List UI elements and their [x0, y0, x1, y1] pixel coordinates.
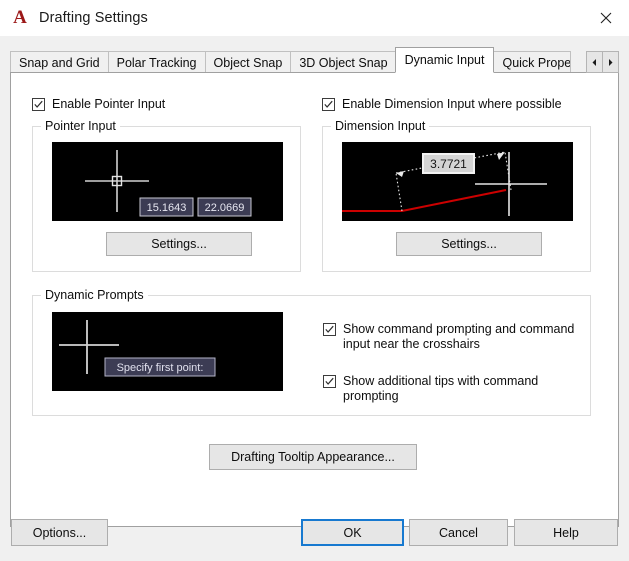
tab-polar-tracking[interactable]: Polar Tracking — [107, 51, 206, 73]
tab-3d-object-snap[interactable]: 3D Object Snap — [290, 51, 397, 73]
drafting-tooltip-appearance-button[interactable]: Drafting Tooltip Appearance... — [209, 444, 417, 470]
tab-dynamic-input[interactable]: Dynamic Input — [394, 47, 495, 73]
dimension-input-preview: 3.7721 — [342, 142, 573, 221]
close-icon — [600, 12, 612, 24]
show-command-prompting-row[interactable]: Show command prompting and command input… — [323, 322, 578, 352]
checkmark-icon — [324, 100, 333, 108]
dynamic-prompt-text: Specify first point: — [117, 362, 204, 374]
ok-button[interactable]: OK — [301, 519, 404, 546]
enable-pointer-input-checkbox[interactable] — [32, 98, 45, 111]
show-additional-tips-row[interactable]: Show additional tips with command prompt… — [323, 374, 578, 404]
dimension-preview-value: 3.7721 — [430, 157, 467, 171]
window-title: Drafting Settings — [39, 10, 148, 26]
autocad-logo-icon: A — [13, 7, 27, 28]
checkmark-icon — [325, 377, 334, 385]
dynamic-prompts-group: Dynamic Prompts Specify first point: Sho… — [32, 288, 591, 416]
tab-quick-properties[interactable]: Quick Propert — [493, 51, 572, 73]
tab-scroll-left-button[interactable] — [586, 51, 603, 73]
tab-object-snap[interactable]: Object Snap — [204, 51, 292, 73]
tab-list: Snap and Grid Polar Tracking Object Snap… — [10, 47, 572, 73]
pointer-preview-y-value: 22.0669 — [205, 202, 245, 214]
cancel-button[interactable]: Cancel — [409, 519, 508, 546]
tab-strip: Snap and Grid Polar Tracking Object Snap… — [10, 47, 619, 73]
show-command-prompting-checkbox[interactable] — [323, 323, 336, 336]
checkmark-icon — [325, 325, 334, 333]
checkmark-icon — [34, 100, 43, 108]
chevron-right-icon — [609, 58, 613, 66]
options-button[interactable]: Options... — [11, 519, 108, 546]
enable-dimension-input-checkbox[interactable] — [322, 98, 335, 111]
show-command-prompting-label: Show command prompting and command input… — [343, 322, 575, 351]
pointer-input-group: Pointer Input 15.1643 22.0669 Settings..… — [32, 119, 301, 272]
pointer-preview-x-value: 15.1643 — [147, 202, 187, 214]
tab-scroll-buttons — [586, 51, 619, 73]
dynamic-prompts-group-title: Dynamic Prompts — [41, 288, 148, 302]
tab-page-dynamic-input: Enable Pointer Input Enable Dimension In… — [10, 72, 619, 527]
dimension-input-group: Dimension Input 3.7721 Settings... — [322, 119, 591, 272]
show-additional-tips-label: Show additional tips with command prompt… — [343, 374, 539, 403]
pointer-input-preview: 15.1643 22.0669 — [52, 142, 283, 221]
chevron-left-icon — [592, 58, 596, 66]
dialog-body: Snap and Grid Polar Tracking Object Snap… — [0, 36, 629, 561]
dynamic-prompts-preview: Specify first point: — [52, 312, 283, 391]
tab-snap-and-grid[interactable]: Snap and Grid — [10, 51, 109, 73]
dimension-input-settings-button[interactable]: Settings... — [396, 232, 542, 256]
enable-pointer-input-row[interactable]: Enable Pointer Input — [32, 97, 165, 112]
enable-pointer-input-label: Enable Pointer Input — [52, 97, 166, 111]
show-additional-tips-checkbox[interactable] — [323, 375, 336, 388]
dialog-footer: Options... OK Cancel Help — [0, 503, 629, 561]
enable-dimension-input-row[interactable]: Enable Dimension Input where possible — [322, 97, 562, 112]
pointer-input-settings-button[interactable]: Settings... — [106, 232, 252, 256]
dimension-input-group-title: Dimension Input — [331, 119, 430, 133]
help-button[interactable]: Help — [514, 519, 618, 546]
close-button[interactable] — [583, 0, 629, 36]
dimension-input-preview-graphic: 3.7721 — [342, 142, 573, 221]
pointer-input-group-title: Pointer Input — [41, 119, 120, 133]
pointer-input-preview-graphic: 15.1643 22.0669 — [52, 142, 283, 221]
title-bar: A Drafting Settings — [0, 0, 629, 36]
enable-dimension-input-label: Enable Dimension Input where possible — [342, 97, 562, 111]
dynamic-prompts-preview-graphic: Specify first point: — [52, 312, 283, 391]
tab-scroll-right-button[interactable] — [602, 51, 619, 73]
